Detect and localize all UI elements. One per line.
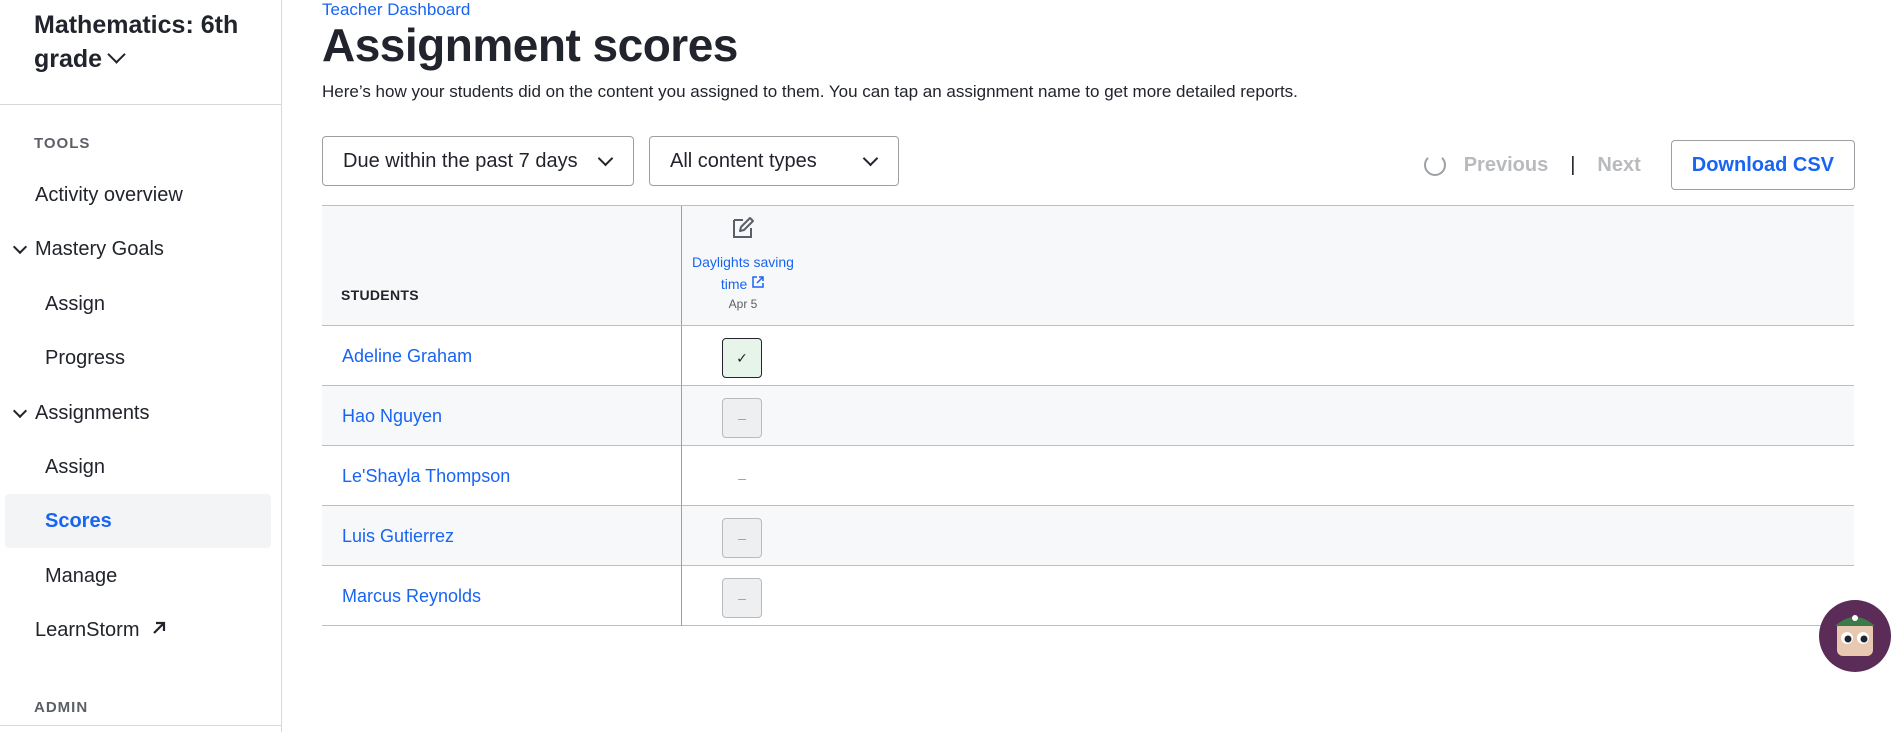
sidebar: Mathematics: 6th grade TOOLS Activity ov…: [0, 0, 282, 732]
sidebar-item-mastery-progress[interactable]: Progress: [5, 331, 271, 385]
sidebar-item-activity-overview[interactable]: Activity overview: [5, 168, 271, 222]
pager-separator: |: [1570, 153, 1576, 176]
score-cell-not-started[interactable]: –: [722, 578, 762, 618]
sidebar-item-label: Mastery Goals: [35, 238, 164, 260]
page-subtitle: Here’s how your students did on the cont…: [322, 82, 1298, 101]
sidebar-item-label: Activity overview: [35, 184, 183, 206]
chevron-down-icon: [12, 403, 28, 419]
score-cell-not-started[interactable]: –: [722, 398, 762, 438]
assignment-due-date: Apr 5: [728, 297, 758, 311]
sidebar-item-scores[interactable]: Scores: [5, 494, 271, 548]
table-row: Adeline Graham ✓: [322, 326, 1854, 386]
column-divider: [681, 446, 682, 506]
sidebar-item-label: Assign: [45, 293, 106, 315]
students-column-header: STUDENTS: [341, 287, 419, 303]
course-title: Mathematics: 6th grade: [34, 11, 239, 73]
sidebar-item-label: Assignments: [35, 402, 150, 424]
download-csv-button[interactable]: Download CSV: [1670, 140, 1855, 190]
column-divider: [681, 386, 682, 446]
table-row: Le'Shayla Thompson –: [322, 446, 1854, 506]
chevron-down-icon: [597, 150, 614, 167]
sidebar-item-learnstorm[interactable]: LearnStorm: [5, 603, 271, 657]
due-date-filter[interactable]: Due within the past 7 days: [322, 136, 634, 186]
score-cell-not-assigned: –: [738, 470, 746, 486]
main-content: Teacher Dashboard Assignment scores Here…: [322, 0, 1891, 732]
sidebar-item-label: Manage: [45, 565, 118, 587]
sidebar-item-manage[interactable]: Manage: [5, 549, 271, 603]
sidebar-divider: [0, 104, 282, 105]
sidebar-item-assignments-assign[interactable]: Assign: [5, 440, 271, 494]
previous-button[interactable]: Previous: [1464, 154, 1548, 177]
helper-avatar-icon[interactable]: [1819, 600, 1891, 672]
admin-section-label: ADMIN: [34, 699, 89, 716]
table-row: Marcus Reynolds –: [322, 566, 1854, 626]
student-name-link[interactable]: Luis Gutierrez: [342, 506, 454, 566]
sidebar-item-label: Scores: [45, 510, 112, 532]
sidebar-item-assignments[interactable]: Assignments: [5, 386, 271, 440]
external-link-icon: [751, 276, 765, 292]
content-type-filter-value: All content types: [670, 150, 817, 172]
assignment-name: Daylights saving time: [692, 254, 794, 292]
student-name-link[interactable]: Marcus Reynolds: [342, 566, 481, 626]
sidebar-item-mastery-goals[interactable]: Mastery Goals: [5, 222, 271, 276]
breadcrumb[interactable]: Teacher Dashboard: [322, 0, 470, 20]
spinner-icon: [1423, 154, 1446, 176]
score-cell-completed[interactable]: ✓: [722, 338, 762, 378]
page-title: Assignment scores: [322, 19, 738, 71]
chevron-down-icon: [862, 150, 879, 167]
scores-table: STUDENTS Daylights saving time Apr 5 Ade…: [322, 205, 1854, 626]
course-switcher[interactable]: Mathematics: 6th grade: [34, 8, 274, 76]
sidebar-item-label: LearnStorm: [35, 619, 140, 641]
tools-section-label: TOOLS: [34, 135, 91, 152]
chevron-down-icon: [107, 45, 126, 64]
student-name-link[interactable]: Hao Nguyen: [342, 386, 442, 446]
table-header: STUDENTS Daylights saving time Apr 5: [322, 205, 1854, 326]
pencil-edit-icon: [729, 217, 757, 246]
column-divider: [681, 566, 682, 626]
arrow-up-right-icon: [150, 604, 168, 658]
next-button[interactable]: Next: [1597, 154, 1640, 177]
assignment-link[interactable]: Daylights saving time: [682, 251, 804, 295]
column-divider: [681, 326, 682, 386]
content-type-filter[interactable]: All content types: [649, 136, 899, 186]
sidebar-item-label: Progress: [45, 347, 126, 369]
student-name-link[interactable]: Adeline Graham: [342, 326, 472, 386]
chevron-down-icon: [12, 239, 28, 255]
pagination: Previous | Next Download CSV: [1423, 140, 1855, 190]
student-name-link[interactable]: Le'Shayla Thompson: [342, 446, 510, 506]
sidebar-item-label: Assign: [45, 456, 106, 478]
table-row: Hao Nguyen –: [322, 386, 1854, 446]
score-cell-not-started[interactable]: –: [722, 518, 762, 558]
sidebar-item-mastery-assign[interactable]: Assign: [5, 277, 271, 331]
assignment-column-header: Daylights saving time Apr 5: [682, 214, 804, 311]
table-row: Luis Gutierrez –: [322, 506, 1854, 566]
column-divider: [681, 506, 682, 566]
sidebar-divider: [0, 725, 282, 726]
due-date-filter-value: Due within the past 7 days: [343, 150, 578, 172]
